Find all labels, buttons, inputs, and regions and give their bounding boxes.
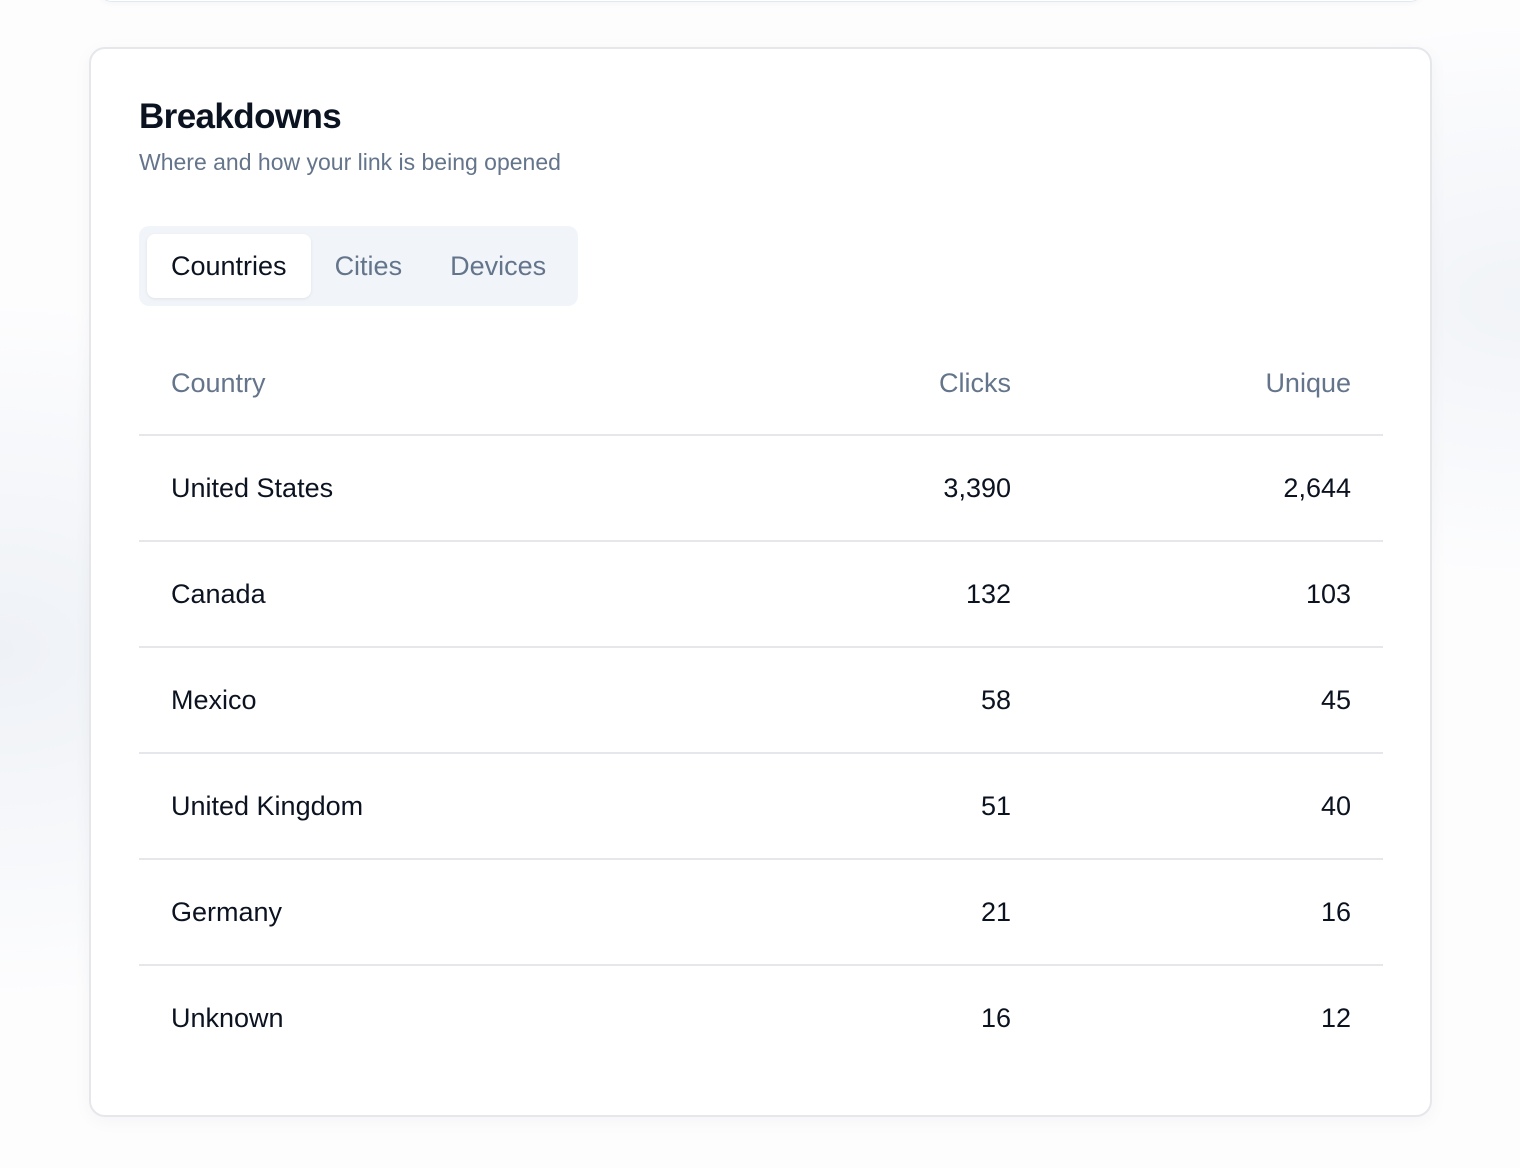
header-country[interactable]: Country — [139, 328, 839, 436]
table-row: United States 3,390 2,644 — [139, 435, 1383, 542]
table-row: Mexico 58 45 — [139, 647, 1383, 754]
header-clicks[interactable]: Clicks — [839, 328, 1011, 436]
row-unique: 2,644 — [1011, 435, 1383, 542]
row-unique: 45 — [1011, 647, 1383, 754]
row-country: Germany — [139, 859, 839, 966]
row-unique: 103 — [1011, 541, 1383, 648]
row-clicks: 21 — [839, 859, 1011, 966]
tab-countries[interactable]: Countries — [147, 234, 311, 298]
table-header-row: Country Clicks Unique — [139, 328, 1383, 436]
row-clicks: 132 — [839, 541, 1011, 648]
row-country: Canada — [139, 541, 839, 648]
row-clicks: 51 — [839, 753, 1011, 860]
breakdown-table: Country Clicks Unique United States 3,39… — [139, 328, 1383, 1071]
table-row: Canada 132 103 — [139, 541, 1383, 648]
table-row: Germany 21 16 — [139, 859, 1383, 966]
breakdown-tabs: Countries Cities Devices — [139, 226, 579, 306]
row-country: United Kingdom — [139, 753, 839, 860]
breakdowns-card: Breakdowns Where and how your link is be… — [89, 47, 1432, 1117]
tab-devices[interactable]: Devices — [426, 234, 570, 298]
row-clicks: 58 — [839, 647, 1011, 754]
tab-cities[interactable]: Cities — [311, 234, 427, 298]
card-subtitle: Where and how your link is being opened — [139, 149, 561, 175]
row-clicks: 3,390 — [839, 435, 1011, 542]
card-title: Breakdowns — [139, 97, 342, 136]
row-unique: 16 — [1011, 859, 1383, 966]
row-unique: 12 — [1320, 1003, 1351, 1033]
row-country: Mexico — [139, 647, 839, 754]
previous-card-edge — [98, 0, 1424, 2]
header-unique[interactable]: Unique — [1011, 328, 1383, 436]
row-unique: 40 — [1011, 753, 1383, 860]
row-clicks: 16 — [980, 1003, 1011, 1033]
row-country: Unknown — [171, 1003, 284, 1033]
table-row: United Kingdom 51 40 — [139, 753, 1383, 860]
table-row: Unknown 16 12 — [139, 965, 1383, 1071]
row-country: United States — [139, 435, 839, 542]
